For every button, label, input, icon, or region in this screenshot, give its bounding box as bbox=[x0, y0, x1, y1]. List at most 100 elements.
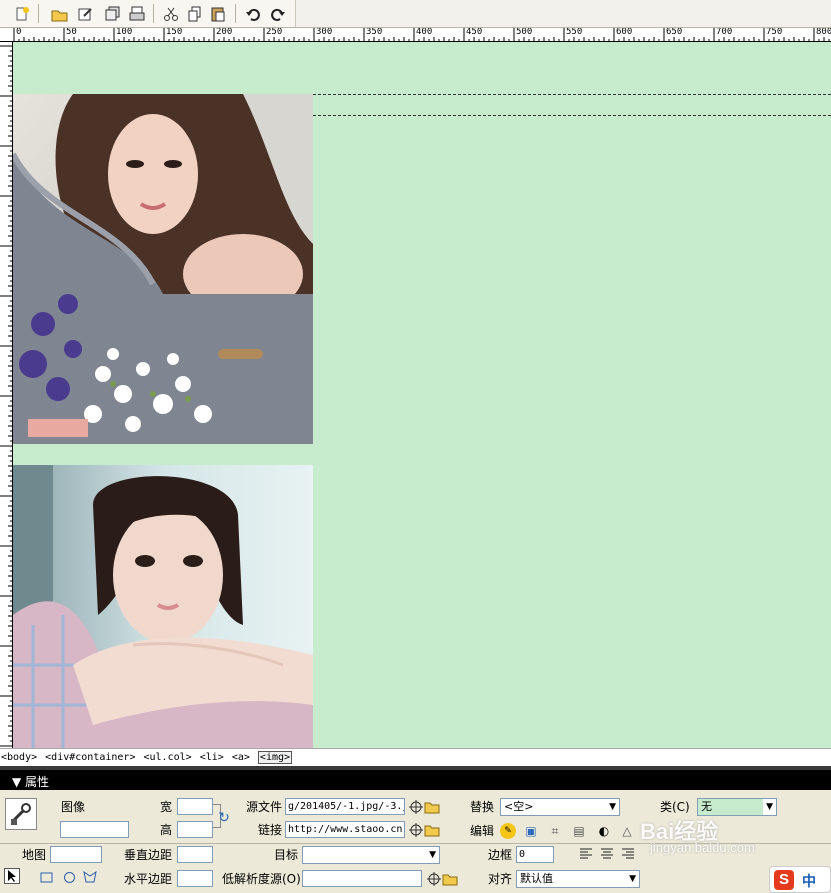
link-label: 链接 bbox=[258, 823, 283, 837]
link-field[interactable]: http://www.staoo.cn bbox=[285, 821, 405, 838]
width-field[interactable] bbox=[177, 798, 213, 815]
toolbar-separator bbox=[153, 4, 154, 23]
vspace-field[interactable] bbox=[177, 846, 213, 863]
image-label: 图像 bbox=[61, 800, 86, 814]
chevron-down-icon: ▼ bbox=[763, 799, 776, 815]
src-field[interactable]: g/201405/-1.jpg/-3.j bbox=[285, 798, 405, 815]
vspace-label: 垂直边距 bbox=[124, 848, 173, 862]
ime-indicator[interactable]: S 中 bbox=[769, 866, 831, 893]
toolbar-button-group bbox=[0, 0, 296, 27]
photo-image-2[interactable] bbox=[13, 465, 313, 748]
src-label: 源文件 bbox=[246, 800, 283, 814]
ruler-label: 50 bbox=[66, 28, 77, 37]
list-item-guide-line bbox=[313, 115, 831, 116]
ruler-label: 250 bbox=[266, 28, 283, 37]
ruler-label: 0 bbox=[16, 28, 22, 37]
tag-a[interactable]: <a> bbox=[232, 752, 250, 763]
border-label: 边框 bbox=[488, 848, 513, 862]
ruler-label: 450 bbox=[466, 28, 483, 37]
point-to-link-icon[interactable] bbox=[408, 822, 424, 838]
copy-icon[interactable] bbox=[185, 4, 205, 24]
alt-label: 替换 bbox=[470, 800, 495, 814]
save-all-icon[interactable] bbox=[103, 4, 123, 24]
class-label: 类(C) bbox=[660, 800, 690, 814]
properties-title-text: 属性 bbox=[25, 775, 50, 789]
hspace-field[interactable] bbox=[177, 870, 213, 887]
ruler-label: 750 bbox=[766, 28, 783, 37]
edit-icon[interactable] bbox=[75, 4, 95, 24]
polygon-hotspot-icon[interactable] bbox=[82, 869, 98, 885]
tag-div-container[interactable]: <div#container> bbox=[45, 752, 135, 763]
ruler-label: 600 bbox=[616, 28, 633, 37]
align-select-value: 默认值 bbox=[520, 872, 553, 885]
ruler-label: 150 bbox=[166, 28, 183, 37]
ruler-label: 350 bbox=[366, 28, 383, 37]
chevron-down-icon: ▼ bbox=[429, 850, 436, 860]
resample-icon[interactable]: ▤ bbox=[571, 823, 587, 839]
print-icon[interactable] bbox=[127, 4, 147, 24]
browse-lowsrc-folder-icon[interactable] bbox=[442, 871, 458, 887]
edit-image-icon[interactable]: ✎ bbox=[500, 823, 516, 839]
brightness-contrast-icon[interactable]: ◐ bbox=[596, 823, 612, 839]
tag-img[interactable]: <img> bbox=[257, 751, 293, 764]
align-label: 对齐 bbox=[488, 872, 513, 886]
redo-icon[interactable] bbox=[268, 4, 288, 24]
sharpen-icon[interactable]: △ bbox=[619, 823, 635, 839]
crop-icon[interactable]: ⌗ bbox=[547, 823, 563, 839]
tag-li[interactable]: <li> bbox=[200, 752, 224, 763]
point-to-lowsrc-icon[interactable] bbox=[426, 871, 442, 887]
chevron-down-icon: ▼ bbox=[629, 874, 636, 884]
browse-link-folder-icon[interactable] bbox=[424, 822, 440, 838]
target-select[interactable]: ▼ bbox=[302, 846, 440, 864]
baidu-watermark-url: jingyan.baidu.com bbox=[650, 840, 755, 855]
browse-folder-icon[interactable] bbox=[424, 799, 440, 815]
horizontal-ruler: 0 50 100 150 200 250 300 350 400 450 500 550 600 650 7… bbox=[0, 28, 831, 42]
cut-icon[interactable] bbox=[161, 4, 181, 24]
ime-mode-label: 中 bbox=[802, 874, 816, 890]
alt-select-value: <空> bbox=[504, 800, 534, 813]
open-folder-icon[interactable] bbox=[50, 4, 70, 24]
toolbar bbox=[0, 0, 831, 28]
optimize-icon[interactable]: ▣ bbox=[523, 823, 539, 839]
height-field[interactable] bbox=[177, 821, 213, 838]
border-field[interactable]: 0 bbox=[516, 846, 554, 863]
undo-icon[interactable] bbox=[243, 4, 263, 24]
tag-body[interactable]: <body> bbox=[1, 752, 37, 763]
design-view-canvas[interactable] bbox=[13, 42, 831, 748]
toolbar-separator bbox=[38, 4, 39, 23]
pointer-hotspot-icon[interactable] bbox=[4, 868, 20, 884]
point-to-file-icon[interactable] bbox=[408, 799, 424, 815]
ruler-label: 800 bbox=[816, 28, 831, 37]
tag-selector-bar: <body> <div#container> <ul.col> <li> <a>… bbox=[0, 748, 831, 766]
width-label: 宽 bbox=[160, 800, 173, 814]
image-name-field[interactable] bbox=[60, 821, 129, 838]
lowsrc-field[interactable] bbox=[302, 870, 422, 887]
alt-select[interactable]: <空> ▼ bbox=[500, 798, 620, 816]
sogou-icon: S bbox=[774, 870, 794, 890]
reset-size-icon[interactable]: ↻ bbox=[216, 810, 232, 826]
map-field[interactable] bbox=[50, 846, 102, 863]
properties-panel: 图像 宽 高 ↻ 源文件 g/201405/-1.jpg/-3.j 链接 htt… bbox=[0, 790, 831, 893]
paste-icon[interactable] bbox=[208, 4, 228, 24]
ruler-label: 500 bbox=[516, 28, 533, 37]
align-right-icon[interactable] bbox=[620, 846, 636, 862]
class-select-value: 无 bbox=[701, 800, 712, 813]
circle-hotspot-icon[interactable] bbox=[61, 869, 77, 885]
properties-panel-header[interactable]: ▼ 属性 bbox=[0, 766, 831, 790]
ruler-label: 100 bbox=[116, 28, 133, 37]
align-left-icon[interactable] bbox=[578, 846, 594, 862]
align-center-icon[interactable] bbox=[599, 846, 615, 862]
rectangle-hotspot-icon[interactable] bbox=[38, 869, 54, 885]
tag-ul-col[interactable]: <ul.col> bbox=[144, 752, 192, 763]
ruler-label: 650 bbox=[666, 28, 683, 37]
ruler-label: 400 bbox=[416, 28, 433, 37]
photo-image-1[interactable] bbox=[13, 94, 313, 444]
align-select[interactable]: 默认值 ▼ bbox=[516, 870, 640, 888]
target-label: 目标 bbox=[274, 848, 299, 862]
new-file-icon[interactable] bbox=[12, 4, 32, 24]
height-label: 高 bbox=[160, 823, 173, 837]
edit-label: 编辑 bbox=[470, 824, 495, 838]
hspace-label: 水平边距 bbox=[124, 872, 173, 886]
toolbar-separator bbox=[235, 4, 236, 23]
lowsrc-label: 低解析度源(O) bbox=[222, 872, 301, 886]
